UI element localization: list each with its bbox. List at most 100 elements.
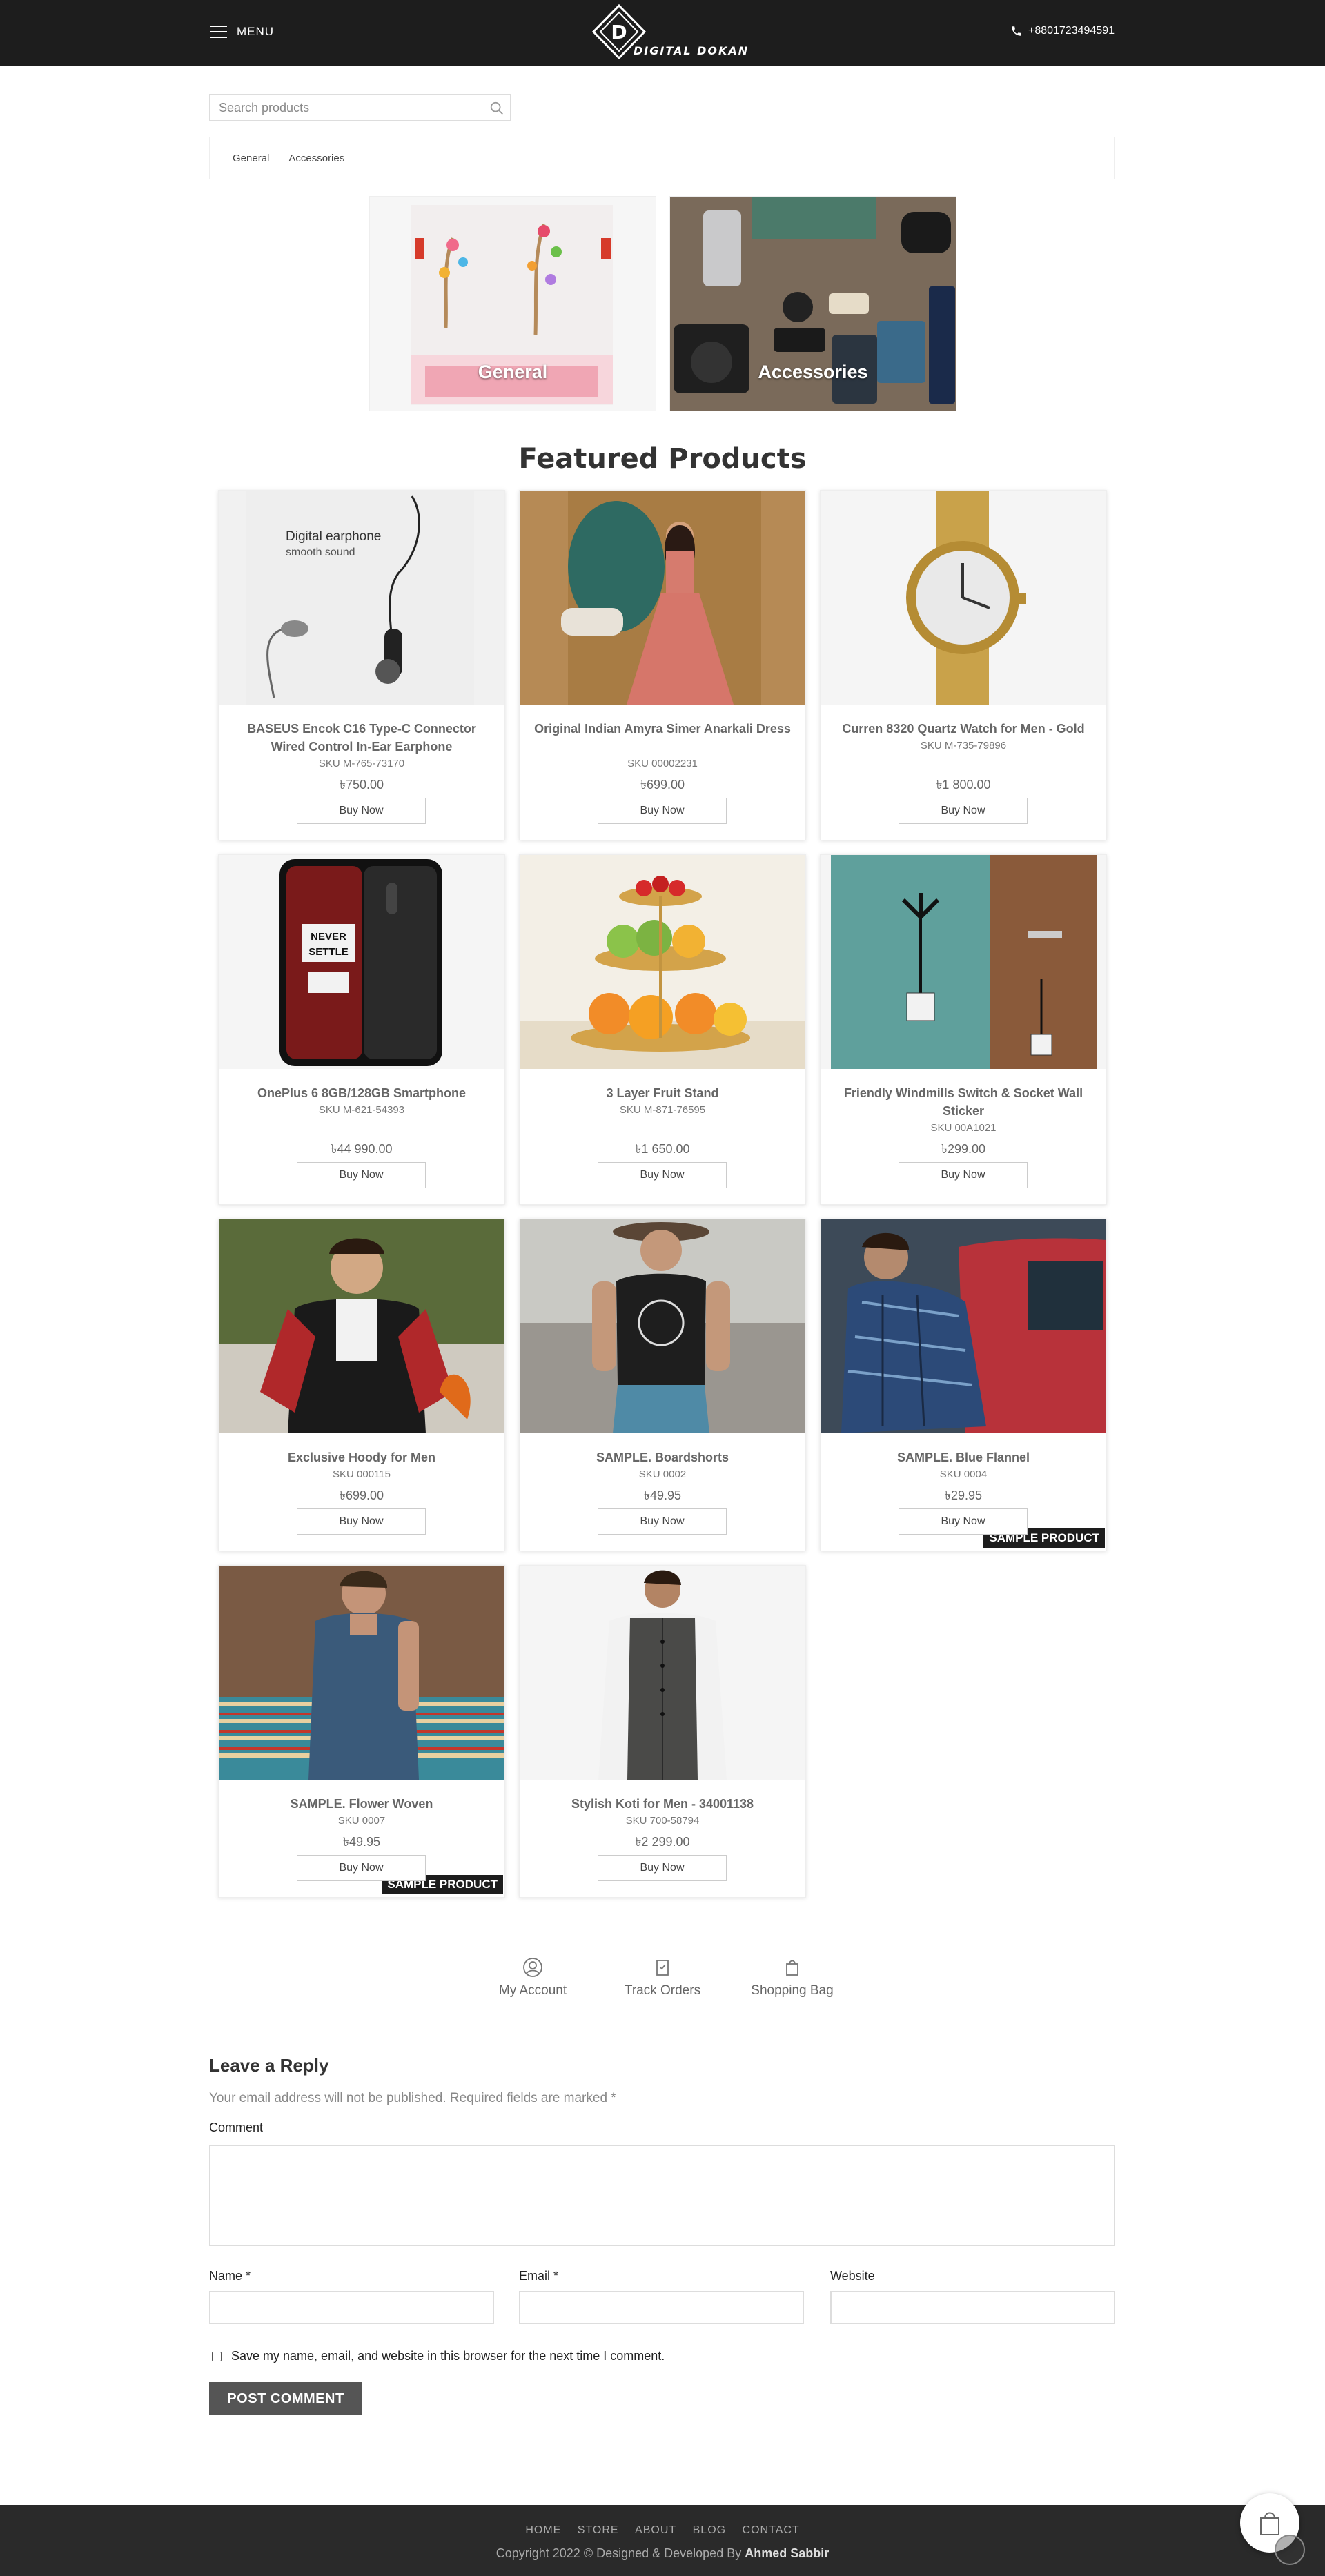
track-orders-link[interactable]: Track Orders <box>593 1957 732 1998</box>
product-name[interactable]: Original Indian Amyra Simer Anarkali Dre… <box>533 720 792 738</box>
hamburger-icon <box>210 26 227 38</box>
product-sku: SKU M-735-79896 <box>920 740 1007 751</box>
buy-now-button[interactable]: Buy Now <box>899 1508 1028 1535</box>
product-card[interactable]: Friendly Windmills Switch & Socket Wall … <box>820 854 1107 1205</box>
product-card[interactable]: SAMPLE PRODUCT SAMPLE. Blue Flannel SKU … <box>820 1219 1107 1551</box>
buy-now-button[interactable]: Buy Now <box>297 1855 426 1881</box>
track-orders-label: Track Orders <box>624 1983 701 1998</box>
footer-link-store[interactable]: STORE <box>578 2524 619 2536</box>
category-tile-general[interactable]: General <box>369 196 656 411</box>
buy-now-button[interactable]: Buy Now <box>598 1162 727 1188</box>
product-price: ৳699.00 <box>339 1488 384 1502</box>
name-field[interactable] <box>209 2291 494 2324</box>
footer-link-blog[interactable]: BLOG <box>693 2524 726 2536</box>
product-card[interactable]: Exclusive Hoody for Men SKU 000115 ৳699.… <box>218 1219 505 1551</box>
post-comment-button[interactable]: POST COMMENT <box>209 2382 362 2415</box>
product-sku: SKU 00002231 <box>627 758 698 769</box>
product-image <box>219 1219 504 1433</box>
category-label-accessories: Accessories <box>758 362 868 382</box>
buy-now-button[interactable]: Buy Now <box>598 798 727 824</box>
shopping-bag-label: Shopping Bag <box>751 1983 834 1998</box>
buy-now-button[interactable]: Buy Now <box>297 1508 426 1535</box>
product-price: ৳299.00 <box>941 1142 986 1156</box>
menu-label: MENU <box>237 25 275 38</box>
product-price: ৳2 299.00 <box>635 1835 690 1849</box>
category-tab-general[interactable]: General <box>233 153 269 164</box>
save-info-label: Save my name, email, and website in this… <box>231 2349 665 2363</box>
product-name[interactable]: OnePlus 6 8GB/128GB Smartphone <box>233 1084 491 1102</box>
my-account-link[interactable]: My Account <box>464 1957 602 1998</box>
svg-text:smooth sound: smooth sound <box>286 547 355 558</box>
comment-textarea[interactable] <box>209 2145 1115 2246</box>
product-price: ৳44 990.00 <box>331 1142 393 1156</box>
product-price: ৳29.95 <box>944 1488 982 1502</box>
product-name[interactable]: SAMPLE. Boardshorts <box>533 1448 792 1466</box>
product-name[interactable]: 3 Layer Fruit Stand <box>533 1084 792 1102</box>
website-label: Website <box>830 2269 875 2283</box>
product-image <box>821 491 1106 705</box>
product-card[interactable]: Curren 8320 Quartz Watch for Men - Gold … <box>820 490 1107 840</box>
email-label: Email * <box>519 2269 559 2283</box>
save-info-checkbox[interactable] <box>212 2351 222 2361</box>
buy-now-button[interactable]: Buy Now <box>899 798 1028 824</box>
footer-link-contact[interactable]: CONTACT <box>743 2524 800 2536</box>
my-account-label: My Account <box>498 1983 567 1998</box>
svg-text:Digital earphone: Digital earphone <box>286 529 381 544</box>
product-card[interactable]: SAMPLE PRODUCT SAMPLE. Flower Woven SKU … <box>218 1565 505 1898</box>
search-icon[interactable] <box>489 101 504 116</box>
phone-number: +8801723494591 <box>1028 25 1115 37</box>
phone-contact[interactable]: +8801723494591 <box>1010 25 1115 37</box>
product-name[interactable]: Exclusive Hoody for Men <box>233 1448 491 1466</box>
category-tile-accessories[interactable]: Accessories <box>669 196 956 411</box>
comment-label: Comment <box>209 2121 264 2134</box>
author-name[interactable]: Ahmed Sabbir <box>745 2546 829 2560</box>
website-field[interactable] <box>830 2291 1115 2324</box>
product-sku: SKU 0004 <box>939 1468 988 1480</box>
user-icon <box>523 1958 542 1977</box>
logo-text: DIGITAL DOKAN <box>634 44 749 57</box>
product-name[interactable]: BASEUS Encok C16 Type-C Connector Wired … <box>233 720 491 756</box>
product-name[interactable]: SAMPLE. Flower Woven <box>233 1795 491 1813</box>
product-image <box>520 1566 805 1780</box>
buy-now-button[interactable]: Buy Now <box>598 1508 727 1535</box>
product-name[interactable]: Stylish Koti for Men - 34001138 <box>533 1795 792 1813</box>
shopping-bag-icon <box>786 1960 798 1976</box>
product-image: NEVER SETTLE <box>219 855 504 1069</box>
site-logo[interactable]: D DIGITAL DOKAN <box>591 3 747 62</box>
buy-now-button[interactable]: Buy Now <box>598 1855 727 1881</box>
product-card[interactable]: NEVER SETTLE OnePlus 6 8GB/128GB Smartph… <box>218 854 505 1205</box>
product-name[interactable]: Curren 8320 Quartz Watch for Men - Gold <box>834 720 1092 738</box>
product-card[interactable]: SAMPLE. Boardshorts SKU 0002 ৳49.95 Buy … <box>519 1219 806 1551</box>
footer-link-about[interactable]: ABOUT <box>635 2524 676 2536</box>
buy-now-button[interactable]: Buy Now <box>297 1162 426 1188</box>
product-name[interactable]: Friendly Windmills Switch & Socket Wall … <box>834 1084 1092 1120</box>
product-card[interactable]: 3 Layer Fruit Stand SKU M-871-76595 ৳1 6… <box>519 854 806 1205</box>
name-label: Name * <box>209 2269 251 2283</box>
menu-button[interactable]: MENU <box>210 25 274 39</box>
category-tabs: General Accessories <box>209 137 1115 179</box>
scroll-to-top-button[interactable] <box>1275 2535 1305 2565</box>
category-label-general: General <box>478 362 548 382</box>
product-image: Digital earphone smooth sound <box>219 491 504 705</box>
email-field[interactable] <box>519 2291 804 2324</box>
search-input[interactable] <box>210 95 473 120</box>
shopping-bag-link[interactable]: Shopping Bag <box>723 1957 861 1998</box>
product-image <box>520 855 805 1069</box>
product-sku: SKU 700-58794 <box>625 1815 700 1827</box>
product-card[interactable]: Digital earphone smooth sound BASEUS Enc… <box>218 490 505 840</box>
product-image <box>520 1219 805 1433</box>
product-price: ৳49.95 <box>342 1835 380 1849</box>
reply-title: Leave a Reply <box>209 2055 329 2076</box>
buy-now-button[interactable]: Buy Now <box>899 1162 1028 1188</box>
product-card[interactable]: Stylish Koti for Men - 34001138 SKU 700-… <box>519 1565 806 1898</box>
svg-text:SETTLE: SETTLE <box>308 946 349 958</box>
product-sku: SKU 00A1021 <box>930 1122 997 1134</box>
buy-now-button[interactable]: Buy Now <box>297 798 426 824</box>
product-name[interactable]: SAMPLE. Blue Flannel <box>834 1448 1092 1466</box>
product-card[interactable]: Original Indian Amyra Simer Anarkali Dre… <box>519 490 806 840</box>
product-sku: SKU M-871-76595 <box>619 1104 706 1116</box>
category-tab-accessories[interactable]: Accessories <box>288 153 344 164</box>
footer-link-home[interactable]: HOME <box>525 2524 561 2536</box>
product-sku: SKU 000115 <box>333 1468 391 1480</box>
footer-links: HOME STORE ABOUT BLOG CONTACT <box>0 2524 1325 2537</box>
